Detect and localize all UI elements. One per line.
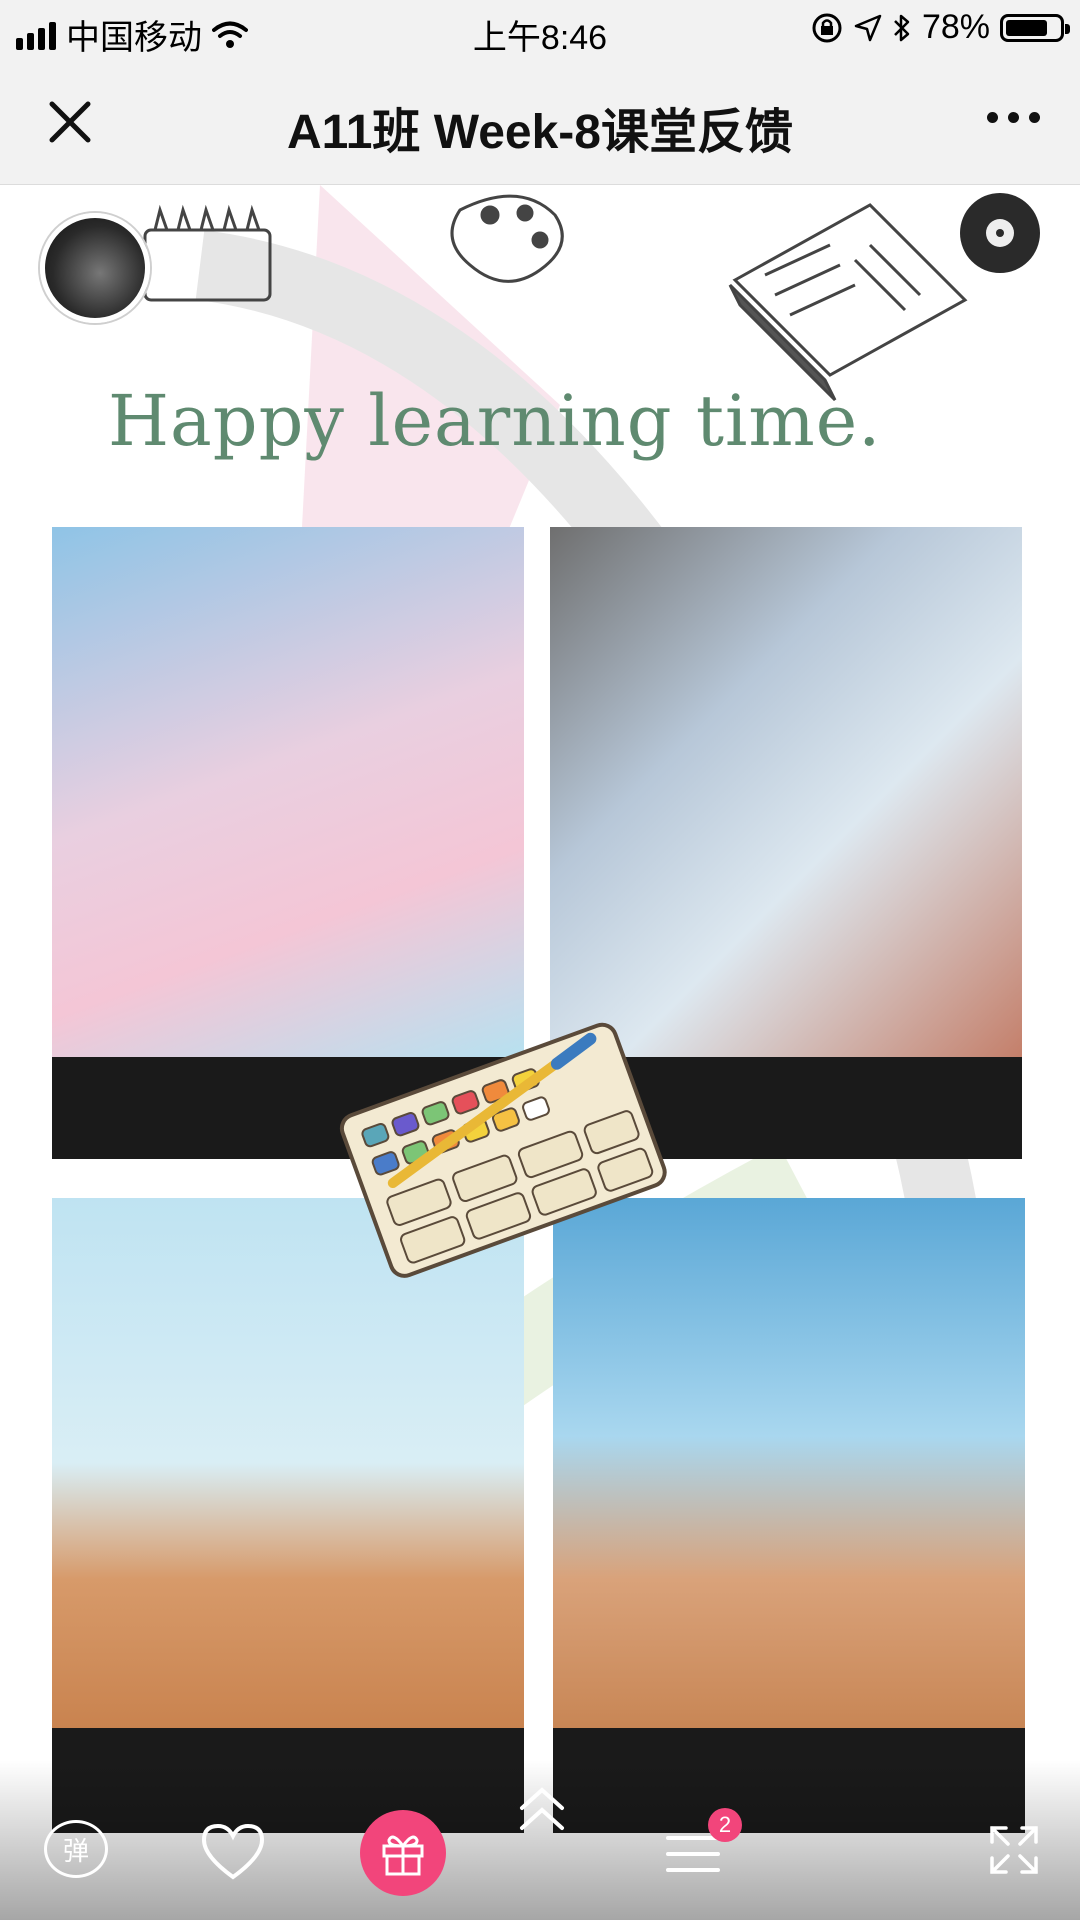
headline: Happy learning time. [108, 380, 882, 462]
battery-icon [1000, 13, 1070, 42]
bluetooth-icon [894, 14, 910, 41]
vinyl-record-doodle [960, 193, 1040, 273]
location-icon [854, 14, 882, 41]
battery-percent: 78% [921, 8, 990, 46]
photo-1-image [52, 527, 524, 1057]
gift-icon [382, 1835, 424, 1876]
double-chevron-up-icon[interactable] [516, 1784, 568, 1834]
paint-box-sticker [339, 1022, 667, 1278]
article-content[interactable]: Happy learning time. [0, 185, 1080, 1920]
status-bar: 中国移动 上午8:46 78% [0, 0, 1080, 60]
palette-doodle [450, 194, 564, 283]
photo-2-image [550, 527, 1022, 1057]
avatar[interactable] [40, 213, 150, 323]
heart-icon[interactable] [198, 1822, 268, 1882]
status-right: 78% [810, 8, 1070, 47]
gift-button[interactable] [360, 1810, 446, 1896]
open-book-doodle [728, 203, 968, 402]
nav-bar: A11班 Week-8课堂反馈 [0, 60, 1080, 185]
bottom-toolbar: 弹 [0, 1760, 1080, 1920]
menu-icon[interactable] [664, 1834, 722, 1874]
more-icon[interactable] [987, 112, 1040, 123]
lock-rotation-icon [812, 13, 842, 42]
page-title: A11班 Week-8课堂反馈 [287, 106, 793, 159]
battery-fill [1006, 19, 1047, 36]
fullscreen-icon[interactable] [988, 1824, 1040, 1876]
menu-badge: 2 [708, 1808, 742, 1842]
danmu-button[interactable]: 弹 [44, 1820, 108, 1878]
